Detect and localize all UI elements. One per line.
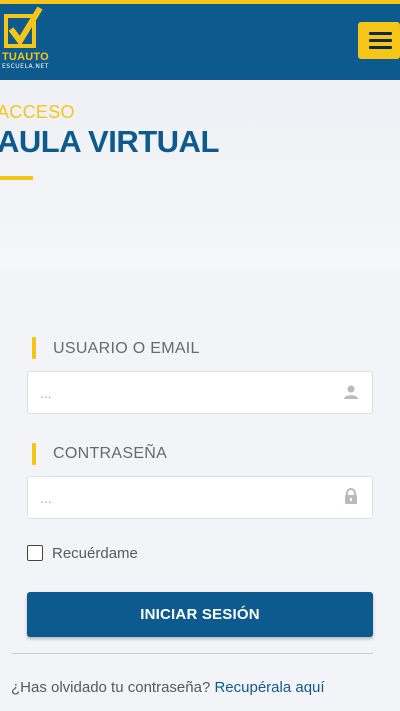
label-accent-bar [32,443,36,465]
title-underline [0,176,33,180]
remember-me-label[interactable]: Recuérdame [52,545,138,562]
login-submit-button[interactable]: INICIAR SESIÓN [27,592,373,637]
logo-text: TUAUTO [2,51,49,63]
recover-password-link[interactable]: Recupérala aquí [214,679,324,696]
user-icon [344,385,358,399]
password-label: CONTRASEÑA [53,445,168,462]
remember-me-checkbox[interactable] [27,545,43,561]
hamburger-menu-button[interactable] [358,22,400,59]
lock-icon [345,488,357,504]
page-title: AULA VIRTUAL [0,124,219,159]
hamburger-icon-line [369,46,392,49]
checkbox-check-icon [4,6,43,48]
label-accent-bar [32,337,36,359]
hero-kicker: ACCESO [0,102,75,122]
username-label: USUARIO O EMAIL [53,340,200,357]
logo-subtext: ESCUELA.NET [2,63,49,70]
divider [12,653,373,654]
hamburger-icon-line [369,32,392,35]
top-navbar [0,0,400,80]
username-input[interactable] [27,371,373,414]
forgot-password-row: ¿Has olvidado tu contraseña? Recupérala … [11,679,325,696]
password-input[interactable] [27,476,373,519]
hamburger-icon-line [369,39,392,42]
forgot-password-text: ¿Has olvidado tu contraseña? [11,679,211,696]
